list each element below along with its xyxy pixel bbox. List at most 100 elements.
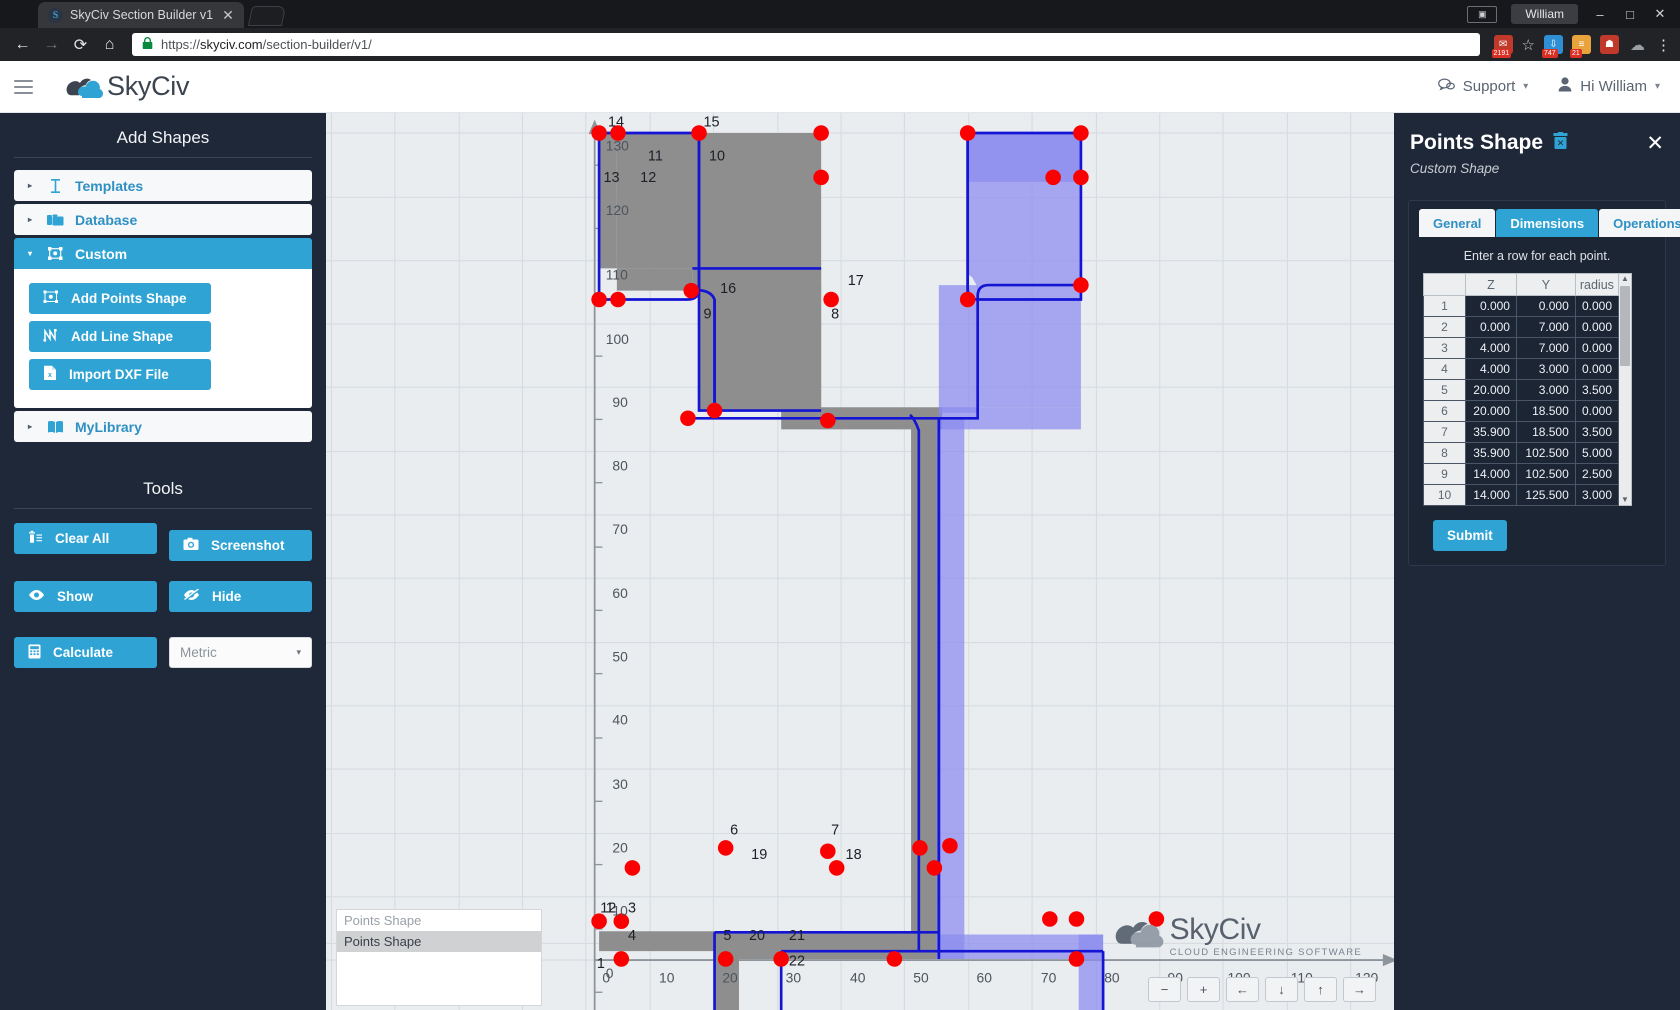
cell-y[interactable]: 18.500 xyxy=(1516,422,1575,443)
units-select[interactable]: Metric ▾ xyxy=(169,637,312,668)
zoom-in-button[interactable]: + xyxy=(1187,977,1220,1002)
calculate-button[interactable]: Calculate xyxy=(14,637,157,668)
cell-y[interactable]: 125.500 xyxy=(1516,485,1575,506)
table-scrollbar[interactable]: ▲ ▼ xyxy=(1619,273,1632,506)
browser-menu-icon[interactable]: ⋮ xyxy=(1656,36,1670,54)
scroll-up-icon[interactable]: ▲ xyxy=(1621,274,1629,284)
cell-z[interactable]: 14.000 xyxy=(1466,485,1517,506)
list-item[interactable]: Points Shape xyxy=(337,910,541,931)
table-row[interactable]: 44.0003.0000.000 xyxy=(1424,359,1619,380)
shield-extension-icon[interactable]: ☗ xyxy=(1600,35,1619,54)
sidebar-item-label: Custom xyxy=(75,246,127,262)
cell-z[interactable]: 14.000 xyxy=(1466,464,1517,485)
address-bar[interactable]: https://skyciv.com/section-builder/v1/ xyxy=(132,33,1480,56)
table-row[interactable]: 735.90018.5003.500 xyxy=(1424,422,1619,443)
browser-tab[interactable]: S SkyCiv Section Builder v1 ✕ xyxy=(38,2,244,28)
brand-logo[interactable]: SkyCiv xyxy=(46,71,189,102)
cell-z[interactable]: 4.000 xyxy=(1466,359,1517,380)
cell-y[interactable]: 3.000 xyxy=(1516,359,1575,380)
reload-icon[interactable]: ⟳ xyxy=(68,32,93,57)
tab-dimensions[interactable]: Dimensions xyxy=(1496,209,1598,237)
cell-z[interactable]: 35.900 xyxy=(1466,422,1517,443)
user-menu[interactable]: Hi William ▾ xyxy=(1558,77,1660,96)
cell-y[interactable]: 0.000 xyxy=(1516,296,1575,317)
table-row[interactable]: 835.900102.5005.000 xyxy=(1424,443,1619,464)
points-table[interactable]: Z Y radius 10.0000.0000.000 20.0007.0000… xyxy=(1423,273,1619,506)
section-canvas[interactable]: 130120 110100 9080 7060 5040 3020 100 –1… xyxy=(326,113,1394,1010)
shape-legend[interactable]: Points Shape Points Shape xyxy=(336,909,542,1006)
submit-button[interactable]: Submit xyxy=(1433,520,1507,551)
cell-y[interactable]: 7.000 xyxy=(1516,338,1575,359)
close-icon[interactable]: ✕ xyxy=(220,8,236,22)
cell-z[interactable]: 0.000 xyxy=(1466,317,1517,338)
table-row[interactable]: 620.00018.5000.000 xyxy=(1424,401,1619,422)
cell-z[interactable]: 4.000 xyxy=(1466,338,1517,359)
screenshot-button[interactable]: Screenshot xyxy=(169,530,312,561)
table-row[interactable]: 10.0000.0000.000 xyxy=(1424,296,1619,317)
new-tab-button[interactable] xyxy=(248,6,286,26)
minimize-button[interactable]: – xyxy=(1592,7,1608,22)
cell-radius[interactable]: 5.000 xyxy=(1575,443,1618,464)
cell-radius[interactable]: 2.500 xyxy=(1575,464,1618,485)
sidebar-item-mylibrary[interactable]: ▸ MyLibrary xyxy=(14,411,312,442)
add-line-shape-button[interactable]: Add Line Shape xyxy=(29,321,211,352)
list-item[interactable]: Points Shape xyxy=(337,931,541,952)
sidebar-item-templates[interactable]: ▸ Templates xyxy=(14,170,312,201)
tab-general[interactable]: General xyxy=(1419,209,1495,237)
cell-radius[interactable]: 0.000 xyxy=(1575,296,1618,317)
cell-radius[interactable]: 0.000 xyxy=(1575,359,1618,380)
window-user-badge[interactable]: William xyxy=(1511,4,1578,24)
cell-radius[interactable]: 3.000 xyxy=(1575,485,1618,506)
cell-radius[interactable]: 3.500 xyxy=(1575,422,1618,443)
sidebar-item-database[interactable]: ▸ Database xyxy=(14,204,312,235)
zoom-out-button[interactable]: − xyxy=(1148,977,1181,1002)
home-icon[interactable]: ⌂ xyxy=(97,32,122,57)
cell-radius[interactable]: 0.000 xyxy=(1575,401,1618,422)
table-row[interactable]: 1014.000125.5003.000 xyxy=(1424,485,1619,506)
pan-up-button[interactable]: ↑ xyxy=(1304,977,1337,1002)
pan-right-button[interactable]: → xyxy=(1343,977,1376,1002)
cell-z[interactable]: 0.000 xyxy=(1466,296,1517,317)
back-icon[interactable]: ← xyxy=(10,32,35,57)
cell-radius[interactable]: 0.000 xyxy=(1575,338,1618,359)
delete-shape-icon[interactable]: ✕ xyxy=(1552,132,1569,155)
show-button[interactable]: Show xyxy=(14,581,157,612)
cell-radius[interactable]: 3.500 xyxy=(1575,380,1618,401)
table-row[interactable]: 914.000102.5002.500 xyxy=(1424,464,1619,485)
maximize-button[interactable]: □ xyxy=(1622,7,1638,22)
add-points-shape-button[interactable]: Add Points Shape xyxy=(29,283,211,314)
scroll-thumb[interactable] xyxy=(1620,286,1630,366)
screencast-icon[interactable]: ▣ xyxy=(1467,6,1497,23)
cell-y[interactable]: 18.500 xyxy=(1516,401,1575,422)
hamburger-menu-icon[interactable] xyxy=(0,61,46,112)
cell-z[interactable]: 20.000 xyxy=(1466,401,1517,422)
bookmark-star-icon[interactable]: ☆ xyxy=(1522,36,1535,54)
hide-button[interactable]: Hide xyxy=(169,581,312,612)
cell-z[interactable]: 20.000 xyxy=(1466,380,1517,401)
sidebar-item-custom[interactable]: ▾ Custom xyxy=(14,238,312,269)
table-row[interactable]: 34.0007.0000.000 xyxy=(1424,338,1619,359)
window-close-button[interactable]: ✕ xyxy=(1652,6,1668,22)
cell-z[interactable]: 35.900 xyxy=(1466,443,1517,464)
cell-y[interactable]: 3.000 xyxy=(1516,380,1575,401)
cell-y[interactable]: 102.500 xyxy=(1516,443,1575,464)
downloads-extension-icon[interactable]: ⇩747 xyxy=(1544,35,1563,54)
pan-down-button[interactable]: ↓ xyxy=(1265,977,1298,1002)
cell-y[interactable]: 7.000 xyxy=(1516,317,1575,338)
mail-extension-icon[interactable]: ✉2191 xyxy=(1494,35,1513,54)
table-row[interactable]: 520.0003.0003.500 xyxy=(1424,380,1619,401)
close-panel-button[interactable]: ✕ xyxy=(1646,133,1664,154)
cloud-extension-icon[interactable]: ☁ xyxy=(1628,35,1647,54)
support-menu[interactable]: Support ▾ xyxy=(1438,78,1529,96)
cell-y[interactable]: 102.500 xyxy=(1516,464,1575,485)
forward-icon[interactable]: → xyxy=(39,32,64,57)
notes-extension-icon[interactable]: ≡21 xyxy=(1572,35,1591,54)
tab-operations[interactable]: Operations xyxy=(1599,209,1680,237)
scroll-down-icon[interactable]: ▼ xyxy=(1621,495,1629,505)
pan-left-button[interactable]: ← xyxy=(1226,977,1259,1002)
clear-all-button[interactable]: Clear All xyxy=(14,523,157,554)
svg-text:4: 4 xyxy=(628,928,636,944)
table-row[interactable]: 20.0007.0000.000 xyxy=(1424,317,1619,338)
import-dxf-button[interactable]: x Import DXF File xyxy=(29,359,211,390)
cell-radius[interactable]: 0.000 xyxy=(1575,317,1618,338)
